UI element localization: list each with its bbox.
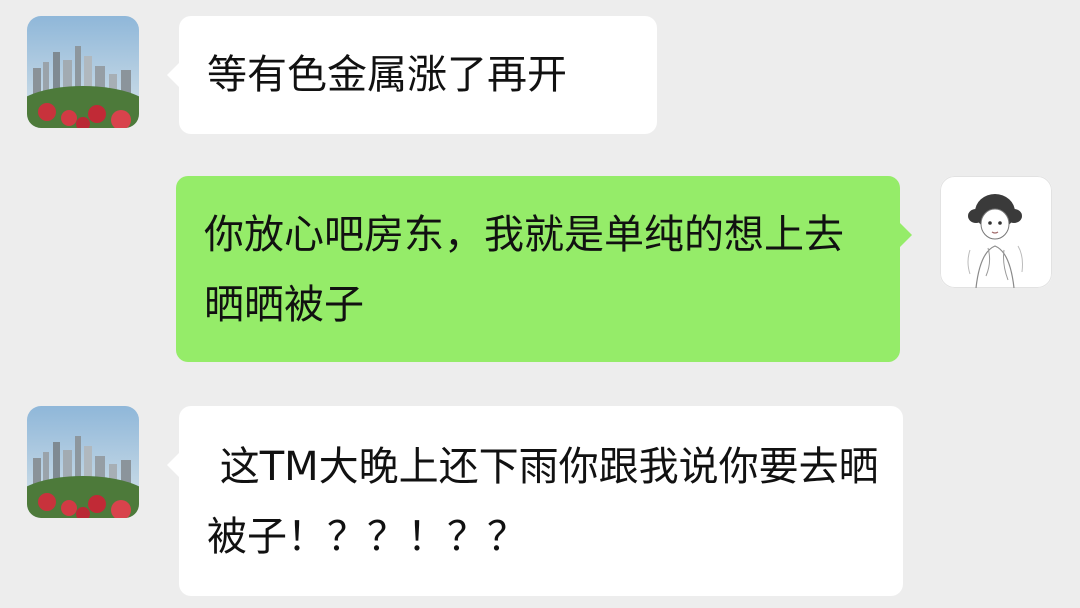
city-skyline-icon xyxy=(27,16,139,128)
message-row-outgoing: 你放心吧房东，我就是单纯的想上去晒晒被子 xyxy=(0,160,1080,380)
message-bubble-incoming[interactable]: 等有色金属涨了再开 xyxy=(167,16,657,134)
message-bubble-outgoing[interactable]: 你放心吧房东，我就是单纯的想上去晒晒被子 xyxy=(176,176,912,362)
bubble-tail xyxy=(167,452,180,478)
message-text: 这TM大晚上还下雨你跟我说你要去晒被子！？？！？？ xyxy=(207,444,879,560)
sketch-girl-icon xyxy=(940,176,1052,288)
message-text: 等有色金属涨了再开 xyxy=(207,52,567,98)
tenant-avatar[interactable] xyxy=(940,176,1052,288)
landlord-avatar[interactable] xyxy=(27,16,139,128)
bubble-tail xyxy=(167,62,180,88)
city-skyline-icon xyxy=(27,406,139,518)
landlord-avatar[interactable] xyxy=(27,406,139,518)
bubble-tail xyxy=(899,222,912,248)
message-row-incoming: 等有色金属涨了再开 xyxy=(0,0,1080,150)
message-bubble-incoming[interactable]: 这TM大晚上还下雨你跟我说你要去晒被子！？？！？？ xyxy=(167,406,903,596)
message-text: 你放心吧房东，我就是单纯的想上去晒晒被子 xyxy=(204,212,844,328)
message-row-incoming: 这TM大晚上还下雨你跟我说你要去晒被子！？？！？？ xyxy=(0,390,1080,608)
